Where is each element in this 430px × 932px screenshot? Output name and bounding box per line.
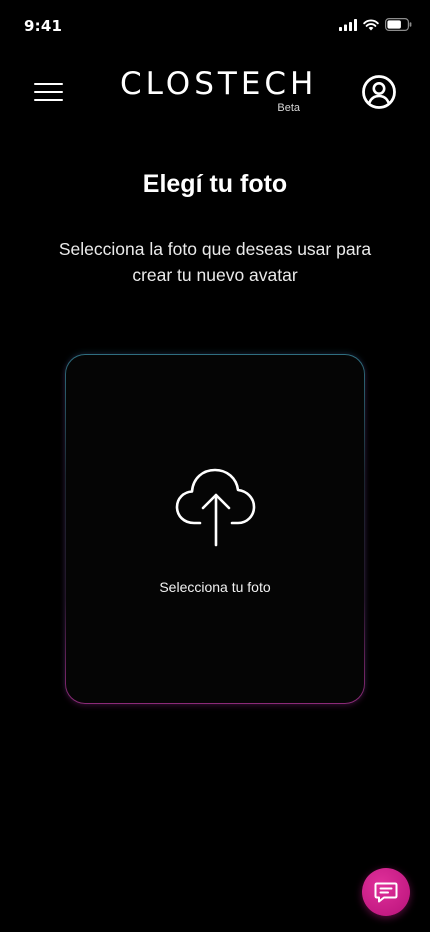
wifi-icon [363, 19, 379, 30]
hamburger-menu-icon [34, 83, 63, 101]
logo-text: CLOSTECH [120, 66, 318, 102]
chat-button[interactable] [362, 868, 410, 916]
status-time: 9:41 [24, 17, 63, 35]
signal-icon [339, 18, 357, 31]
logo-beta-badge: Beta [277, 102, 300, 114]
menu-button[interactable] [34, 80, 64, 104]
chat-icon [374, 882, 398, 903]
user-circle-icon [362, 75, 396, 109]
status-bar: 9:41 [0, 0, 430, 50]
battery-icon [385, 18, 412, 31]
page-title: Elegí tu foto [142, 170, 288, 198]
status-icons [339, 18, 412, 31]
cloud-upload-icon [175, 468, 256, 547]
photo-upload-area[interactable]: Selecciona tu foto [65, 354, 365, 704]
app-logo: CLOSTECH Beta [120, 66, 313, 118]
upload-label: Selecciona tu foto [159, 579, 271, 595]
page-subtitle: Selecciona la foto que deseas usar para … [58, 239, 372, 285]
profile-button[interactable] [361, 74, 397, 110]
